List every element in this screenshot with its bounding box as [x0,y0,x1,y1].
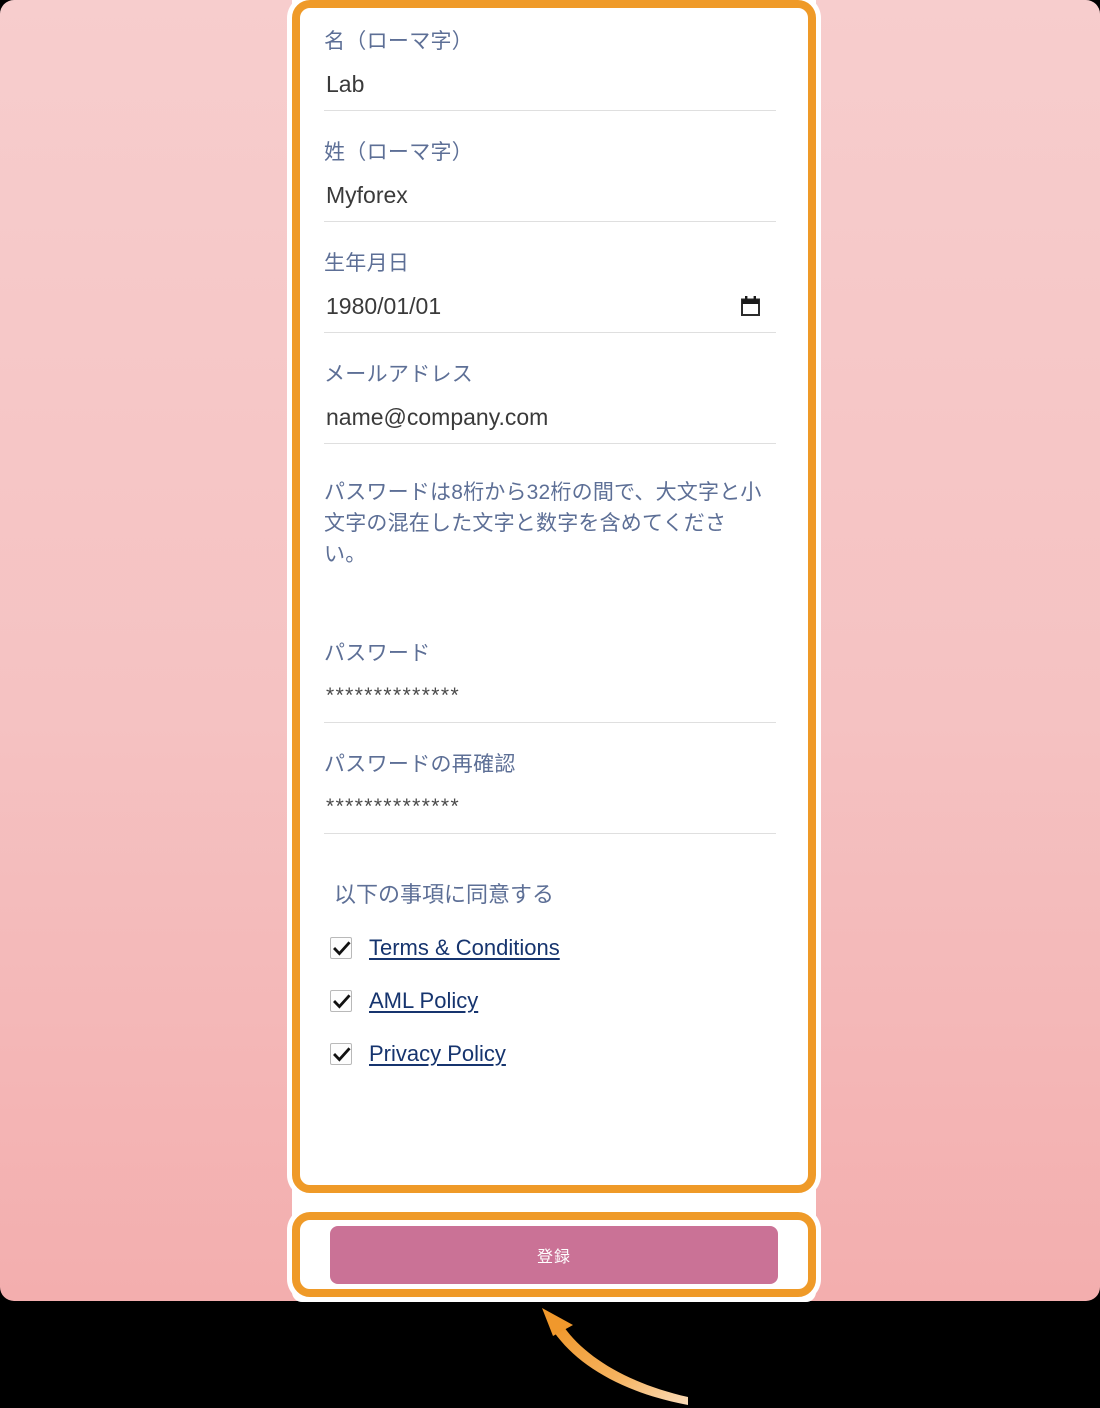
field-row-password-confirm[interactable]: ************** [324,780,776,834]
field-last-name: 姓（ローマ字） Myforex [324,111,776,222]
field-label-birth-date: 生年月日 [324,252,410,275]
link-privacy-policy[interactable]: Privacy Policy [369,1040,506,1068]
field-row-password[interactable]: ************** [324,669,776,723]
calendar-icon[interactable] [741,295,760,316]
submit-button-area: 登録 [292,1212,816,1297]
password-requirements-text: パスワードは8桁から32桁の間で、大文字と小文字の混在した文字と数字を含めてくだ… [324,481,762,566]
check-icon [333,941,351,956]
field-row-birth-date[interactable]: 1980/01/01 [324,279,776,333]
first-name-input[interactable]: Lab [324,57,776,110]
email-input[interactable]: name@company.com [324,390,776,443]
birth-date-input[interactable]: 1980/01/01 [324,279,741,332]
field-first-name: 名（ローマ字） Lab [324,0,776,111]
field-password-confirm: パスワードの再確認 ************** [324,723,776,834]
field-email: メールアドレス name@company.com [324,333,776,444]
checkbox-privacy[interactable] [330,1043,352,1065]
register-submit-button[interactable]: 登録 [330,1225,778,1284]
form-fields-container: 名（ローマ字） Lab 姓（ローマ字） Myforex 生年月日 1980/01… [324,0,776,1073]
field-label-last-name: 姓（ローマ字） [324,141,474,164]
checkbox-terms[interactable] [330,937,352,959]
agreement-row-aml[interactable]: AML Policy [330,982,776,1020]
field-label-email: メールアドレス [324,363,474,386]
agreement-row-terms[interactable]: Terms & Conditions [330,929,776,967]
password-input[interactable]: ************** [324,669,776,722]
agreement-row-privacy[interactable]: Privacy Policy [330,1035,776,1073]
annotation-arrow-icon [542,1308,688,1405]
last-name-input[interactable]: Myforex [324,168,776,221]
field-password: パスワード ************** [324,570,776,723]
field-row-first-name[interactable]: Lab [324,57,776,111]
field-birth-date: 生年月日 1980/01/01 [324,222,776,333]
field-label-first-name: 名（ローマ字） [324,30,474,53]
agreement-title: 以下の事項に同意する [334,882,555,907]
link-aml-policy[interactable]: AML Policy [369,987,478,1015]
password-confirm-input[interactable]: ************** [324,780,776,833]
field-label-password-confirm: パスワードの再確認 [324,753,516,776]
check-icon [333,994,351,1009]
field-label-password: パスワード [324,642,431,665]
field-row-email[interactable]: name@company.com [324,390,776,444]
field-row-last-name[interactable]: Myforex [324,168,776,222]
check-icon [333,1047,351,1062]
agreement-section: 以下の事項に同意する Terms & Conditions AML Policy [324,879,776,1073]
link-terms-and-conditions[interactable]: Terms & Conditions [369,934,560,962]
checkbox-aml[interactable] [330,990,352,1012]
